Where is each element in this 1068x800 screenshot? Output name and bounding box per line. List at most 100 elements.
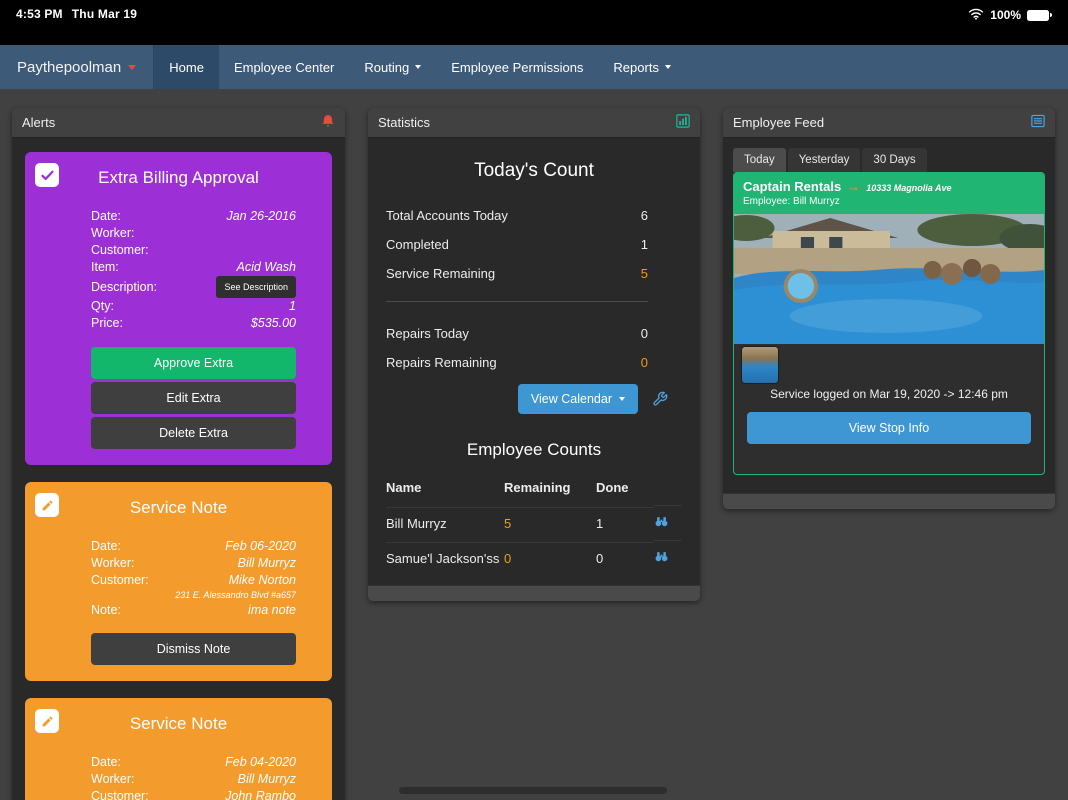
employee-counts-table: Name Remaining Done Bill Murryz 5 1 Samu… (386, 474, 682, 575)
horizontal-scrollbar[interactable] (399, 787, 667, 794)
nav-item-employee-center[interactable]: Employee Center (219, 45, 349, 89)
stat-value: 6 (641, 208, 648, 223)
stat-value: 0 (641, 355, 648, 370)
column-header: Done (596, 474, 654, 505)
field-value: $535.00 (251, 315, 296, 332)
card-title: Extra Billing Approval (41, 168, 316, 188)
brand-menu[interactable]: Paythepoolman (0, 45, 154, 89)
wrench-icon[interactable] (652, 391, 668, 407)
field-label: Worker: (91, 555, 135, 572)
binoculars-icon[interactable] (654, 514, 669, 529)
nav-item-label: Routing (364, 60, 409, 75)
field-row: Item: Acid Wash (91, 259, 296, 276)
nav-item-label: Employee Center (234, 60, 334, 75)
employee-remaining: 0 (504, 542, 596, 574)
employee-remaining: 5 (504, 507, 596, 539)
arrow-right-icon: → (847, 179, 860, 194)
card-fields: Date: Feb 04-2020 Worker: Bill Murryz Cu… (41, 754, 316, 800)
field-label: Note: (91, 602, 121, 619)
nav-item-reports[interactable]: Reports (598, 45, 686, 89)
stat-row: Total Accounts Today 6 (386, 208, 682, 223)
field-row: Worker: Bill Murryz (91, 555, 296, 572)
status-left: 4:53 PM Thu Mar 19 (16, 7, 137, 21)
stop-employee: Employee: Bill Murryz (743, 196, 1035, 207)
delete-extra-button[interactable]: Delete Extra (91, 417, 296, 449)
dashboard: Alerts Extra Billing Approval D (0, 89, 1068, 800)
column-header: Name (386, 474, 504, 505)
employee-done: 1 (596, 507, 654, 539)
field-label: Qty: (91, 298, 114, 315)
stat-label: Total Accounts Today (386, 208, 508, 223)
tab-today[interactable]: Today (733, 148, 786, 172)
feed-tabs: Today Yesterday 30 Days (723, 138, 1055, 172)
stop-customer-name: Captain Rentals (743, 179, 841, 194)
view-calendar-button[interactable]: View Calendar (518, 384, 638, 414)
alerts-panel-header: Alerts (12, 108, 345, 138)
field-value: Mike Norton (229, 572, 296, 589)
chevron-down-icon (128, 65, 136, 70)
edit-extra-button[interactable]: Edit Extra (91, 382, 296, 414)
employee-feed-panel: Employee Feed Today Yesterday 30 Days (723, 108, 1055, 509)
field-label: Customer: (91, 572, 149, 589)
battery-icon (1027, 10, 1052, 21)
photo-thumbnail[interactable] (741, 346, 779, 384)
stats-scrollbar[interactable] (368, 585, 700, 601)
alerts-body: Extra Billing Approval Date: Jan 26-2016… (12, 138, 345, 800)
column-header: Remaining (504, 474, 596, 505)
approve-extra-button[interactable]: Approve Extra (91, 347, 296, 379)
stat-row: Repairs Remaining 0 (386, 355, 682, 370)
clock: 4:53 PM (16, 7, 63, 21)
field-row: Customer: (91, 242, 296, 259)
field-value: Bill Murryz (238, 555, 296, 572)
nav-item-employee-permissions[interactable]: Employee Permissions (436, 45, 598, 89)
stop-photo[interactable] (734, 214, 1044, 344)
binoculars-icon[interactable] (654, 549, 669, 564)
table-cell-action (654, 505, 682, 540)
stat-label: Service Remaining (386, 266, 495, 281)
view-stop-info-button[interactable]: View Stop Info (747, 412, 1031, 444)
dismiss-note-button[interactable]: Dismiss Note (91, 633, 296, 665)
field-value: Bill Murryz (238, 771, 296, 788)
feed-stop-header: Captain Rentals → 10333 Magnolia Ave Emp… (734, 173, 1044, 214)
status-right: 100% (968, 7, 1052, 23)
todays-count-title: Today's Count (386, 160, 682, 182)
stat-label: Repairs Today (386, 326, 469, 341)
stat-row: Completed 1 (386, 237, 682, 252)
see-description-badge[interactable]: See Description (216, 276, 296, 298)
field-row: Date: Feb 06-2020 (91, 538, 296, 555)
feed-stop-card: Captain Rentals → 10333 Magnolia Ave Emp… (733, 172, 1045, 475)
pencil-icon (35, 493, 59, 517)
feed-scrollbar[interactable] (723, 493, 1055, 509)
service-note-card: Service Note Date: Feb 04-2020 Worker: B… (25, 698, 332, 800)
field-row: Customer: Mike Norton (91, 572, 296, 589)
tab-yesterday[interactable]: Yesterday (788, 148, 861, 172)
field-label: Worker: (91, 771, 135, 788)
nav-item-routing[interactable]: Routing (349, 45, 436, 89)
extra-billing-card: Extra Billing Approval Date: Jan 26-2016… (25, 152, 332, 465)
nav-item-home[interactable]: Home (154, 45, 219, 89)
employee-done: 0 (596, 542, 654, 574)
bar-chart-icon (676, 114, 690, 131)
stat-value: 1 (641, 237, 648, 252)
stat-row: Service Remaining 5 (386, 266, 682, 281)
field-label: Date: (91, 538, 121, 555)
field-row: Worker: Bill Murryz (91, 771, 296, 788)
nav-item-label: Reports (613, 60, 659, 75)
employee-feed-title: Employee Feed (733, 115, 824, 130)
card-fields: Date: Feb 06-2020 Worker: Bill Murryz Cu… (41, 538, 316, 665)
tab-30-days[interactable]: 30 Days (862, 148, 926, 172)
service-logged-text: Service logged on Mar 19, 2020 -> 12:46 … (734, 387, 1044, 401)
card-title: Service Note (41, 714, 316, 734)
field-value: Acid Wash (236, 259, 296, 276)
statistics-title: Statistics (378, 115, 430, 130)
bell-icon (321, 114, 335, 131)
column-header (654, 482, 682, 498)
stat-label: Repairs Remaining (386, 355, 497, 370)
stat-row: Repairs Today 0 (386, 326, 682, 341)
pencil-icon (35, 709, 59, 733)
field-row: Qty: 1 (91, 298, 296, 315)
table-cell-action (654, 540, 682, 575)
field-row: Note: ima note (91, 602, 296, 619)
stat-label: Completed (386, 237, 449, 252)
field-label: Customer: (91, 242, 149, 259)
